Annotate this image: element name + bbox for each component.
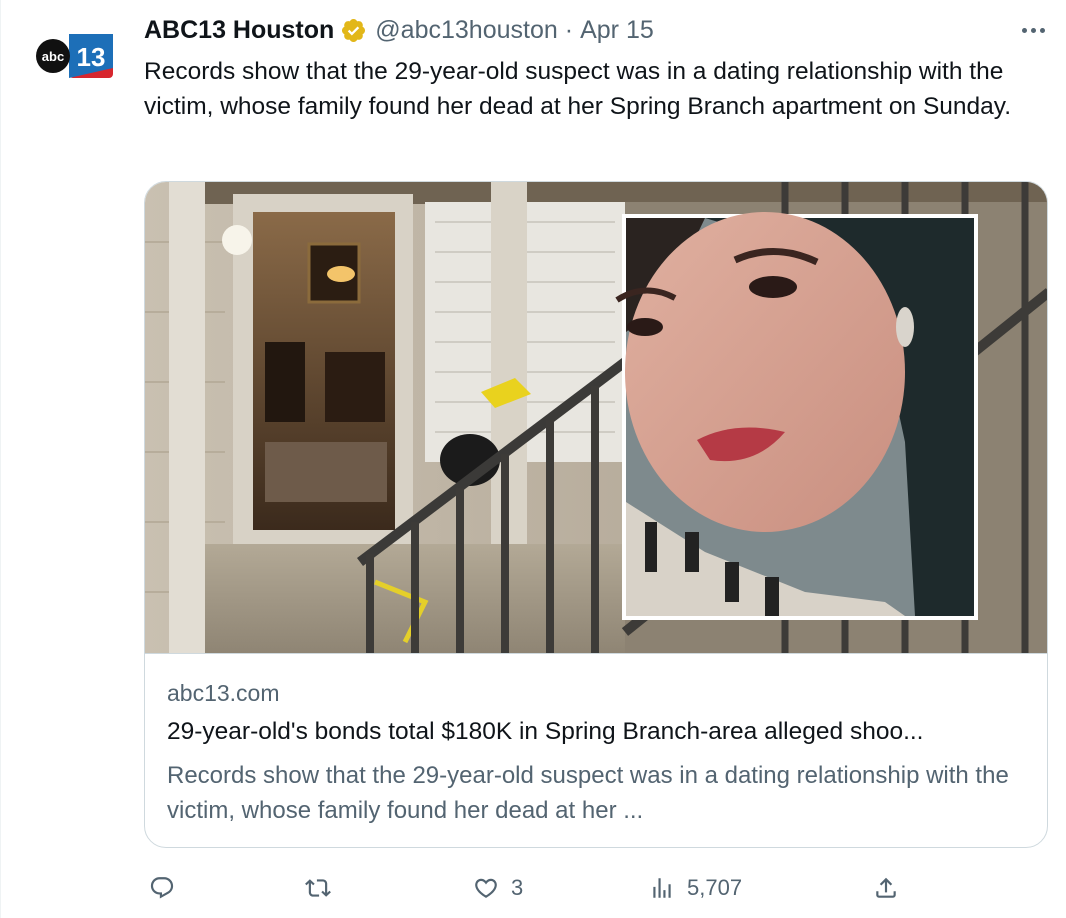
share-button[interactable] [873,872,899,904]
like-button[interactable]: 3 [473,872,523,904]
like-count: 3 [511,875,524,900]
handle[interactable]: @abc13houston [375,16,557,45]
tweet-container: 13 abc ABC13 Houston @abc13houston · Apr… [0,0,1066,918]
card-description: Records show that the 29-year-old suspec… [167,762,1009,824]
retweet-icon [305,879,331,897]
card-domain: abc13.com [167,680,280,706]
link-card[interactable]: abc13.com 29-year-old's bonds total $180… [144,181,1048,848]
action-bar: 3 5,707 [1,866,1066,910]
verified-badge-icon [340,17,367,44]
svg-text:abc: abc [42,49,64,64]
reply-button[interactable] [149,872,187,904]
svg-text:13: 13 [77,42,106,72]
reply-icon [150,877,174,899]
card-title: 29-year-old's bonds total $180K in Sprin… [167,718,924,745]
share-icon [876,877,896,898]
more-dots-icon [1021,27,1027,33]
card-meta[interactable]: abc13.com 29-year-old's bonds total $180… [145,653,1047,847]
tweet-header: ABC13 Houston @abc13houston · Apr 15 [144,14,654,46]
retweet-button[interactable] [305,872,343,904]
tweet-text: Records show that the 29-year-old suspec… [144,58,1012,120]
card-image[interactable] [145,182,1047,653]
heart-icon [475,878,497,898]
more-options-button[interactable] [1013,16,1053,44]
views-button[interactable]: 5,707 [649,872,742,904]
tweet-date[interactable]: Apr 15 [580,16,654,45]
abc13-logo-icon: 13 abc [36,34,113,78]
views-count: 5,707 [687,875,743,900]
separator-dot: · [564,15,574,44]
display-name[interactable]: ABC13 Houston [144,16,334,45]
views-chart-icon [653,878,671,898]
avatar[interactable]: 13 abc [33,30,115,84]
card-photo [145,182,1047,653]
